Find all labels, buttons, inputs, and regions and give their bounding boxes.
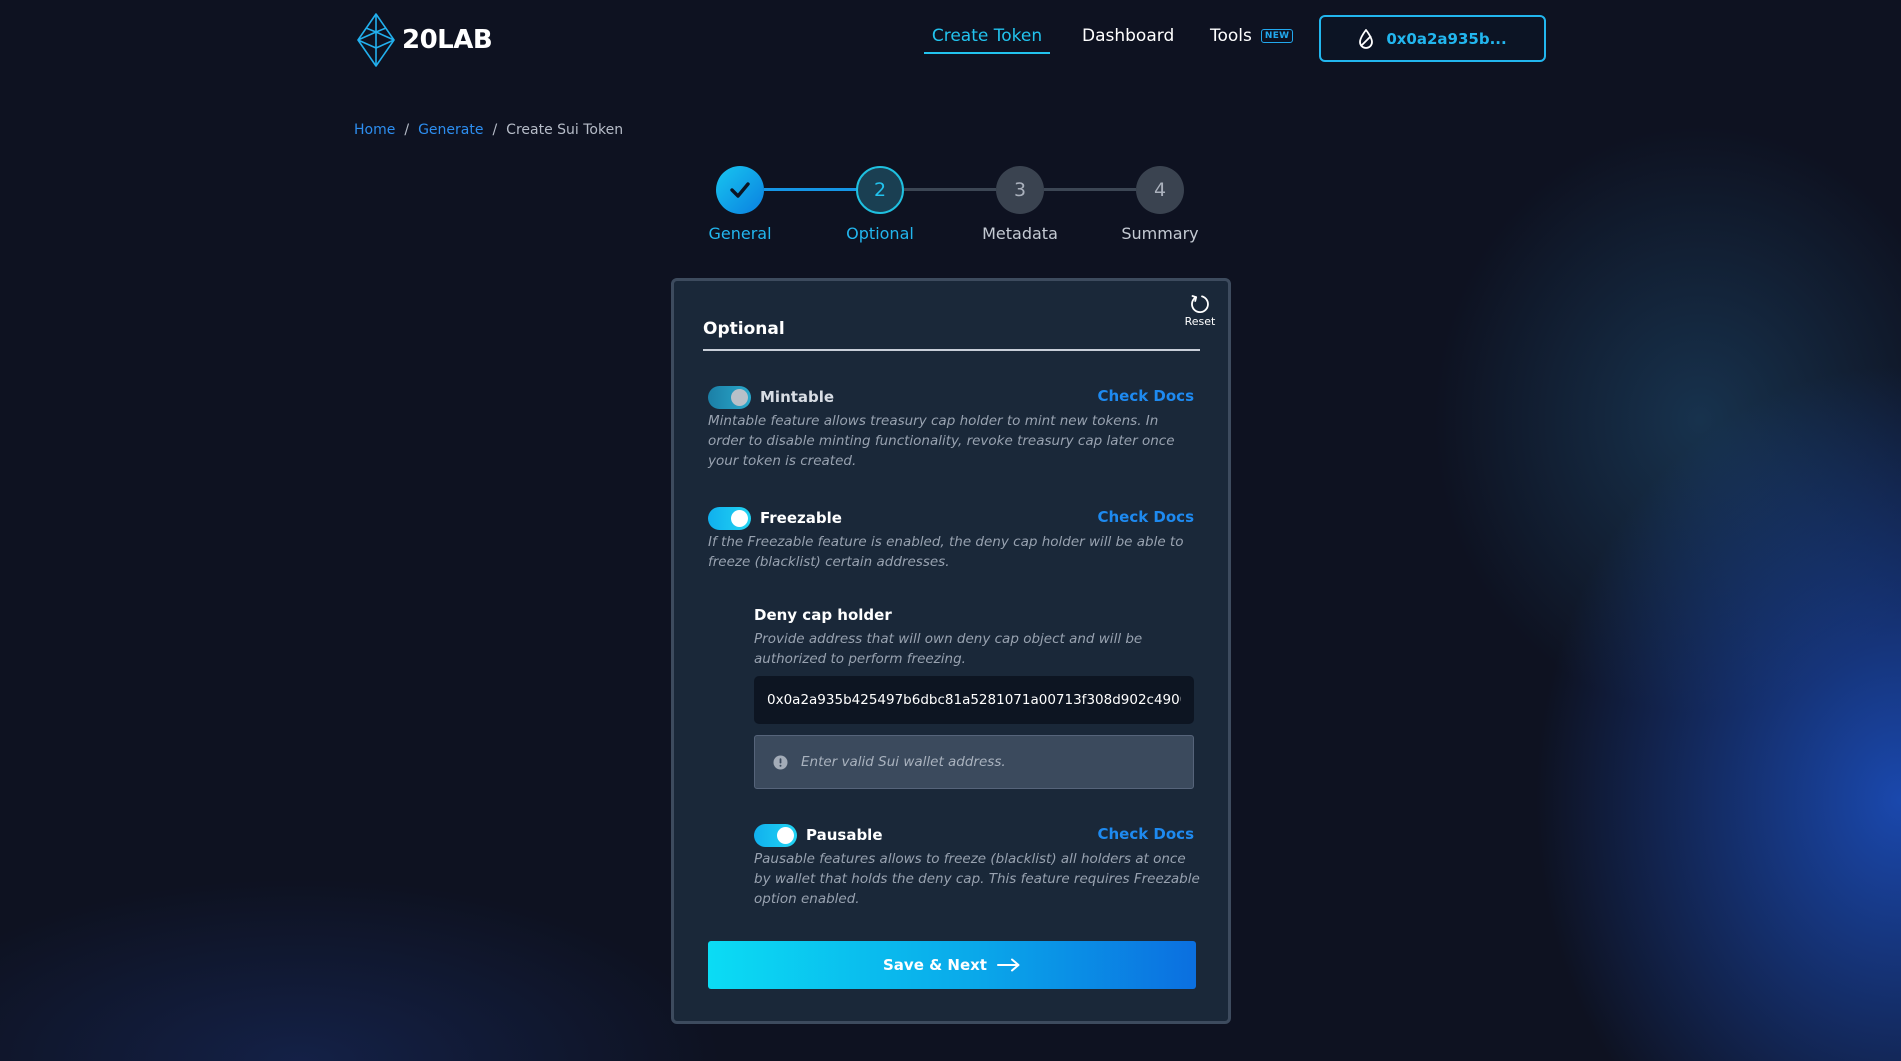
mintable-description: Mintable feature allows treasury cap hol…	[708, 413, 1175, 469]
step-connector-complete	[764, 188, 860, 191]
step-summary[interactable]: 4	[1136, 166, 1184, 214]
breadcrumb-home[interactable]: Home	[354, 122, 395, 138]
nav-dashboard-label: Dashboard	[1082, 26, 1175, 46]
breadcrumb-separator: /	[492, 122, 498, 138]
reset-label: Reset	[1184, 315, 1216, 328]
title-divider	[703, 349, 1200, 351]
reset-button[interactable]: Reset	[1182, 293, 1218, 328]
wallet-address: 0x0a2a935b...	[1386, 29, 1507, 48]
wallet-button[interactable]: 0x0a2a935b...	[1319, 15, 1546, 62]
pausable-label: Pausable	[806, 826, 883, 844]
reset-icon	[1191, 295, 1209, 314]
mintable-label: Mintable	[760, 388, 835, 406]
card-title: Optional	[703, 319, 785, 339]
mintable-check-docs-link[interactable]: Check Docs	[1097, 387, 1194, 405]
save-next-label: Save & Next	[883, 956, 987, 974]
step-label-summary: Summary	[1121, 224, 1199, 243]
freezable-toggle[interactable]	[708, 506, 751, 530]
freezable-description: If the Freezable feature is enabled, the…	[708, 534, 1184, 570]
pausable-toggle[interactable]	[754, 823, 797, 847]
arrow-right-icon	[996, 958, 1020, 972]
breadcrumb-separator: /	[404, 122, 410, 138]
nav-tools[interactable]: Tools NEW	[1210, 16, 1294, 56]
save-next-button[interactable]: Save & Next	[708, 941, 1196, 989]
toggle-knob	[731, 509, 748, 527]
toggle-knob	[731, 388, 748, 406]
pausable-description: Pausable features allows to freeze (blac…	[754, 851, 1200, 907]
logo-text: 20LAB	[402, 25, 493, 55]
pausable-option: Pausable	[754, 823, 883, 847]
breadcrumb-current: Create Sui Token	[506, 122, 624, 138]
logo[interactable]: 20LAB	[354, 12, 493, 68]
address-hint: Enter valid Sui wallet address.	[754, 735, 1194, 789]
step-metadata[interactable]: 3	[996, 166, 1044, 214]
check-icon	[730, 182, 750, 198]
deny-cap-holder-description: Provide address that will own deny cap o…	[754, 631, 1143, 667]
step-optional[interactable]: 2	[856, 166, 904, 214]
step-number: 2	[873, 179, 887, 201]
breadcrumb: Home / Generate / Create Sui Token	[354, 122, 623, 138]
address-hint-text: Enter valid Sui wallet address.	[801, 754, 1006, 770]
step-general[interactable]	[716, 166, 764, 214]
mintable-option: Mintable	[708, 385, 834, 409]
toggle-knob	[777, 826, 794, 844]
step-number: 3	[1013, 179, 1027, 201]
ethereum-diamond-icon	[357, 13, 395, 67]
mintable-toggle[interactable]	[708, 385, 751, 409]
drop-icon	[1359, 28, 1374, 49]
step-label-optional: Optional	[846, 224, 914, 243]
nav-create-token[interactable]: Create Token	[924, 16, 1050, 56]
deny-cap-address-input[interactable]	[754, 676, 1194, 724]
alert-circle-icon	[773, 755, 788, 769]
nav-tools-label: Tools	[1210, 26, 1252, 46]
optional-settings-card: Optional Reset Mintable Check Docs Minta…	[671, 278, 1231, 1024]
new-badge: NEW	[1260, 29, 1294, 43]
nav-dashboard[interactable]: Dashboard	[1082, 16, 1174, 56]
step-connector-pending	[904, 188, 996, 191]
breadcrumb-generate[interactable]: Generate	[418, 122, 483, 138]
pausable-check-docs-link[interactable]: Check Docs	[1097, 825, 1194, 843]
deny-cap-holder-title: Deny cap holder	[754, 606, 892, 624]
step-label-metadata: Metadata	[982, 224, 1058, 243]
freezable-option: Freezable	[708, 506, 842, 530]
freezable-check-docs-link[interactable]: Check Docs	[1097, 508, 1194, 526]
nav-create-token-label: Create Token	[931, 26, 1043, 46]
step-connector-pending	[1044, 188, 1136, 191]
step-number: 4	[1153, 179, 1167, 201]
step-label-general: General	[708, 224, 772, 243]
freezable-label: Freezable	[760, 509, 842, 527]
